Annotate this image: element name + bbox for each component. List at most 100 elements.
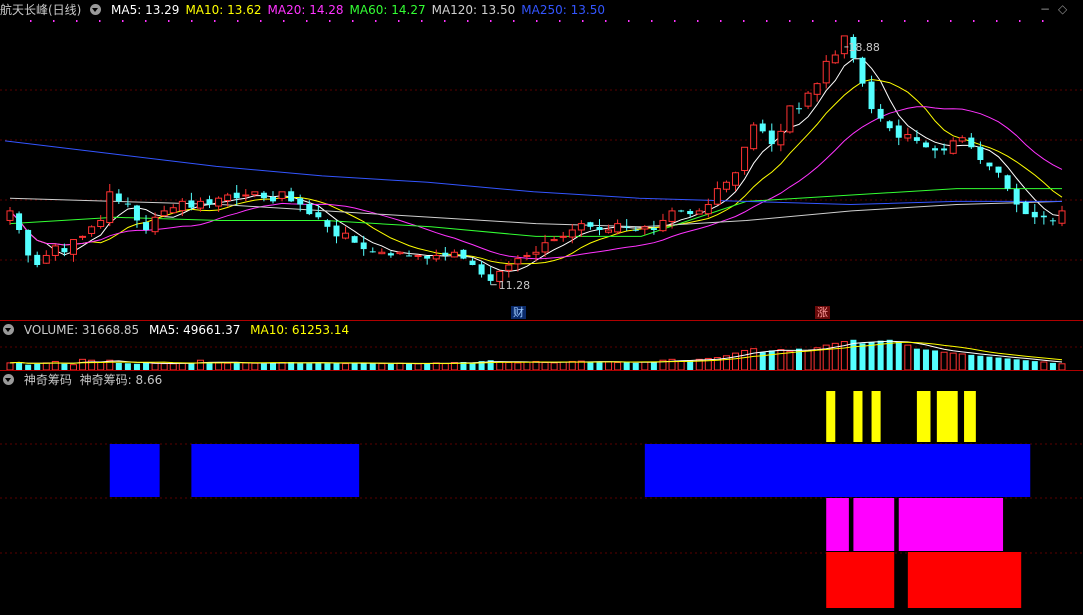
volume-bar	[297, 362, 304, 370]
volume-bar	[306, 363, 313, 370]
volume-ma-line	[9, 340, 1063, 365]
ma-legend: MA5: 13.29 MA10: 13.62 MA20: 14.28 MA60: 14…	[111, 3, 611, 17]
indicator-block-red	[826, 552, 895, 608]
volume-bar	[523, 361, 531, 371]
volume-bar	[759, 352, 766, 370]
candle-body	[804, 92, 812, 107]
candle-body	[406, 255, 413, 257]
indicator-panel[interactable]: 神奇筹码 神奇筹码: 8.66	[0, 371, 1083, 615]
volume-bar	[1004, 358, 1011, 370]
indicator-block-yellow	[853, 391, 863, 442]
volume-ma5: MA5: 49661.37	[149, 323, 241, 337]
candle-body	[133, 205, 140, 221]
candle-body	[442, 252, 449, 256]
candle-body	[704, 204, 712, 215]
volume-bar	[351, 363, 358, 370]
top-marker	[881, 20, 883, 22]
candle-body	[596, 227, 603, 230]
top-marker	[122, 20, 124, 22]
candle-body	[387, 253, 394, 256]
candle-body	[342, 232, 350, 239]
top-marker	[743, 20, 745, 22]
event-marker-finance[interactable]: 财	[511, 306, 526, 319]
top-marker	[674, 20, 676, 22]
candle-body	[206, 199, 213, 205]
volume-bar	[641, 361, 649, 371]
volume-bar	[360, 362, 367, 370]
candle-body	[913, 137, 920, 141]
candle-body	[687, 211, 694, 215]
candle-body	[650, 228, 657, 230]
main-price-panel[interactable]: 航天长峰(日线) MA5: 13.29 MA10: 13.62 MA20: 14.2…	[0, 0, 1083, 321]
volume-bar	[541, 362, 549, 371]
volume-bar	[224, 362, 232, 371]
volume-bar	[333, 362, 340, 370]
volume-bar	[188, 362, 195, 370]
zoom-out-icon[interactable]: −	[1040, 2, 1050, 16]
volume-label: VOLUME: 31668.85	[23, 323, 140, 337]
ma-legend-item: MA250: 13.50	[521, 3, 605, 17]
volume-bar	[514, 362, 522, 371]
indicator-chart[interactable]	[0, 371, 1083, 615]
top-marker	[559, 20, 561, 22]
volume-bar	[650, 361, 657, 370]
stock-title: 航天长峰(日线)	[0, 3, 82, 17]
top-marker	[996, 20, 998, 22]
candle-body	[151, 216, 159, 233]
volume-ma-line	[9, 341, 1063, 364]
indicator-panel-header: 神奇筹码 神奇筹码: 8.66	[0, 372, 168, 388]
volume-panel[interactable]: VOLUME: 31668.85 MA5: 49661.37 MA10: 612…	[0, 321, 1083, 371]
volume-ma10: MA10: 61253.14	[250, 323, 350, 337]
volume-bar	[532, 360, 540, 371]
volume-bar	[986, 356, 993, 370]
volume-bar	[550, 362, 558, 371]
candle-body	[315, 212, 322, 218]
ma-line-ma60	[9, 188, 1062, 237]
candle-body	[977, 146, 984, 160]
top-marker	[835, 20, 837, 22]
volume-bar	[922, 349, 929, 370]
price-chart[interactable]	[0, 0, 1083, 321]
candle-body	[1031, 211, 1038, 218]
top-marker	[628, 20, 630, 22]
candle-body	[831, 54, 839, 64]
candle-body	[469, 260, 476, 265]
ma-line-ma250	[4, 140, 1062, 206]
top-marker	[927, 20, 929, 22]
candle-body	[288, 191, 295, 202]
candle-body	[178, 200, 186, 212]
top-marker	[214, 20, 216, 22]
candle-body	[1013, 189, 1020, 205]
top-marker	[490, 20, 492, 22]
volume-menu-icon[interactable]	[3, 324, 14, 335]
volume-bar	[233, 362, 240, 370]
candle-body	[106, 191, 114, 224]
candle-body	[713, 188, 721, 205]
top-marker	[352, 20, 354, 22]
candle-body	[958, 137, 966, 142]
indicator-menu-icon[interactable]	[3, 374, 14, 385]
candle-body	[904, 134, 912, 139]
top-marker	[904, 20, 906, 22]
candle-body	[623, 226, 630, 228]
volume-bar	[1013, 359, 1020, 370]
event-marker-rise[interactable]: 涨	[815, 306, 830, 319]
ma-legend-item: MA20: 14.28	[267, 3, 344, 17]
candle-body	[143, 222, 150, 230]
candle-body	[160, 210, 168, 217]
panel-menu-icon[interactable]	[90, 4, 102, 15]
indicator-name: 神奇筹码	[23, 373, 72, 387]
candle-body	[668, 210, 676, 222]
candle-body	[69, 239, 77, 255]
volume-bar	[958, 353, 966, 371]
top-marker	[237, 20, 239, 22]
candle-body	[450, 251, 458, 258]
volume-bar	[786, 350, 794, 371]
volume-bar	[143, 362, 150, 370]
settings-diamond-icon[interactable]: ◇	[1058, 2, 1067, 16]
volume-bar	[79, 358, 87, 371]
volume-bar	[568, 360, 576, 371]
top-marker	[973, 20, 975, 22]
top-marker	[950, 20, 952, 22]
candle-body	[169, 207, 177, 214]
